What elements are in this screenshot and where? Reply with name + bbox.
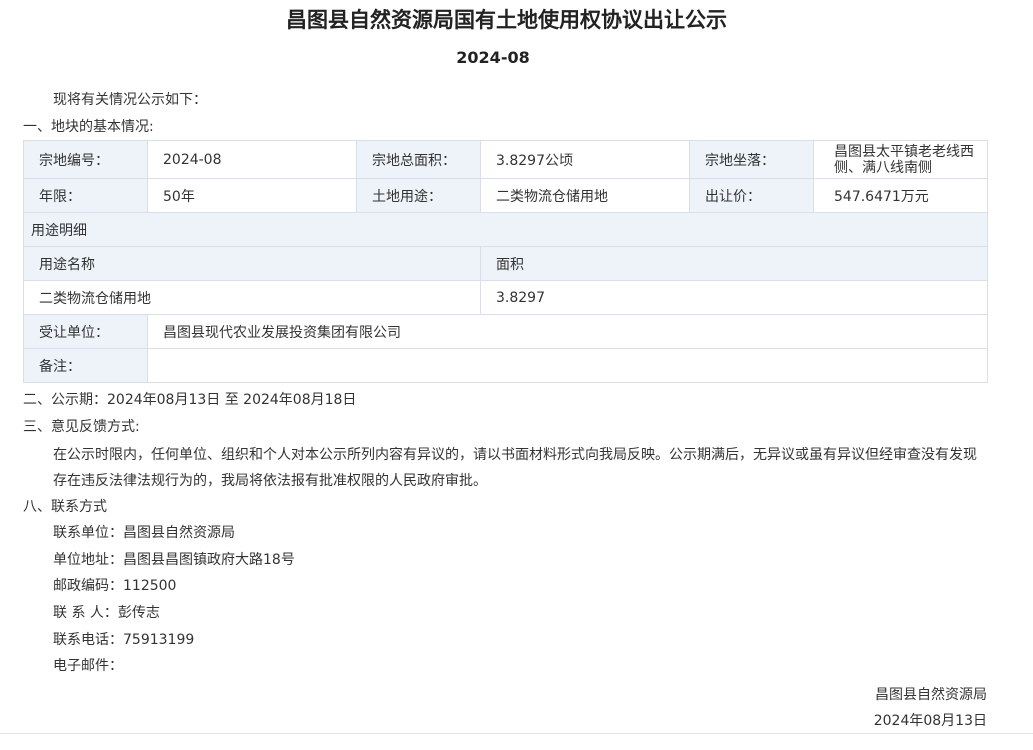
remark-value [147,348,988,383]
term-value: 50年 [147,178,357,213]
contact-address: 单位地址：昌图县昌图镇政府大路18号 [53,552,295,568]
total-area-value: 3.8297公顷 [480,140,690,179]
signature-org: 昌图县自然资源局 [875,687,987,703]
usage-name-header: 用途名称 [23,246,481,281]
section-2-publicity-period: 二、公示期：2024年08月13日 至 2024年08月18日 [23,392,357,408]
contact-unit: 联系单位：昌图县自然资源局 [53,525,235,541]
location-value: 昌图县太平镇老老线西侧、满八线南侧 [813,140,988,179]
remark-label: 备注： [23,348,148,383]
signature-date: 2024年08月13日 [873,713,987,729]
total-area-label: 宗地总面积： [356,140,481,179]
section-1-heading: 一、地块的基本情况: [23,119,154,135]
usage-area-cell: 3.8297 [480,280,988,315]
table-row: 年限： 50年 土地用途： 二类物流仓储用地 出让价： 547.6471万元 [23,178,988,213]
contact-postcode: 邮政编码：112500 [53,578,177,594]
section-3-heading: 三、意见反馈方式: [23,419,140,435]
table-row: 用途名称 面积 [23,246,988,281]
parcel-info-table: 宗地编号： 2024-08 宗地总面积： 3.8297公顷 宗地坐落： 昌图县太… [23,140,988,383]
page-subtitle: 2024-08 [456,48,530,67]
usage-detail-heading: 用途明细 [23,212,988,247]
land-use-value: 二类物流仓储用地 [480,178,690,213]
price-value: 547.6471万元 [813,178,988,213]
intro-text: 现将有关情况公示如下： [53,92,207,108]
term-label: 年限： [23,178,148,213]
page-title: 昌图县自然资源局国有土地使用权协议出让公示 [286,8,727,32]
grantee-value: 昌图县现代农业发展投资集团有限公司 [147,314,988,349]
usage-area-header: 面积 [480,246,988,281]
location-label: 宗地坐落： [689,140,814,179]
section-8-heading: 八、联系方式 [23,499,107,515]
table-row: 宗地编号： 2024-08 宗地总面积： 3.8297公顷 宗地坐落： 昌图县太… [23,140,988,179]
grantee-label: 受让单位： [23,314,148,349]
price-label: 出让价： [689,178,814,213]
contact-person: 联 系 人：彭传志 [53,605,160,621]
contact-phone: 联系电话：75913199 [53,632,195,648]
parcel-number-label: 宗地编号： [23,140,148,179]
bottom-divider [0,733,1033,734]
parcel-number-value: 2024-08 [147,140,357,179]
table-row: 备注： [23,348,988,383]
usage-name-cell: 二类物流仓储用地 [23,280,481,315]
contact-email: 电子邮件： [53,658,123,674]
feedback-paragraph: 在公示时限内，任何单位、组织和个人对本公示所列内容有异议的，请以书面材料形式向我… [53,447,977,489]
land-use-label: 土地用途： [356,178,481,213]
table-row: 二类物流仓储用地 3.8297 [23,280,988,315]
table-row: 用途明细 [23,212,988,247]
table-row: 受让单位： 昌图县现代农业发展投资集团有限公司 [23,314,988,349]
